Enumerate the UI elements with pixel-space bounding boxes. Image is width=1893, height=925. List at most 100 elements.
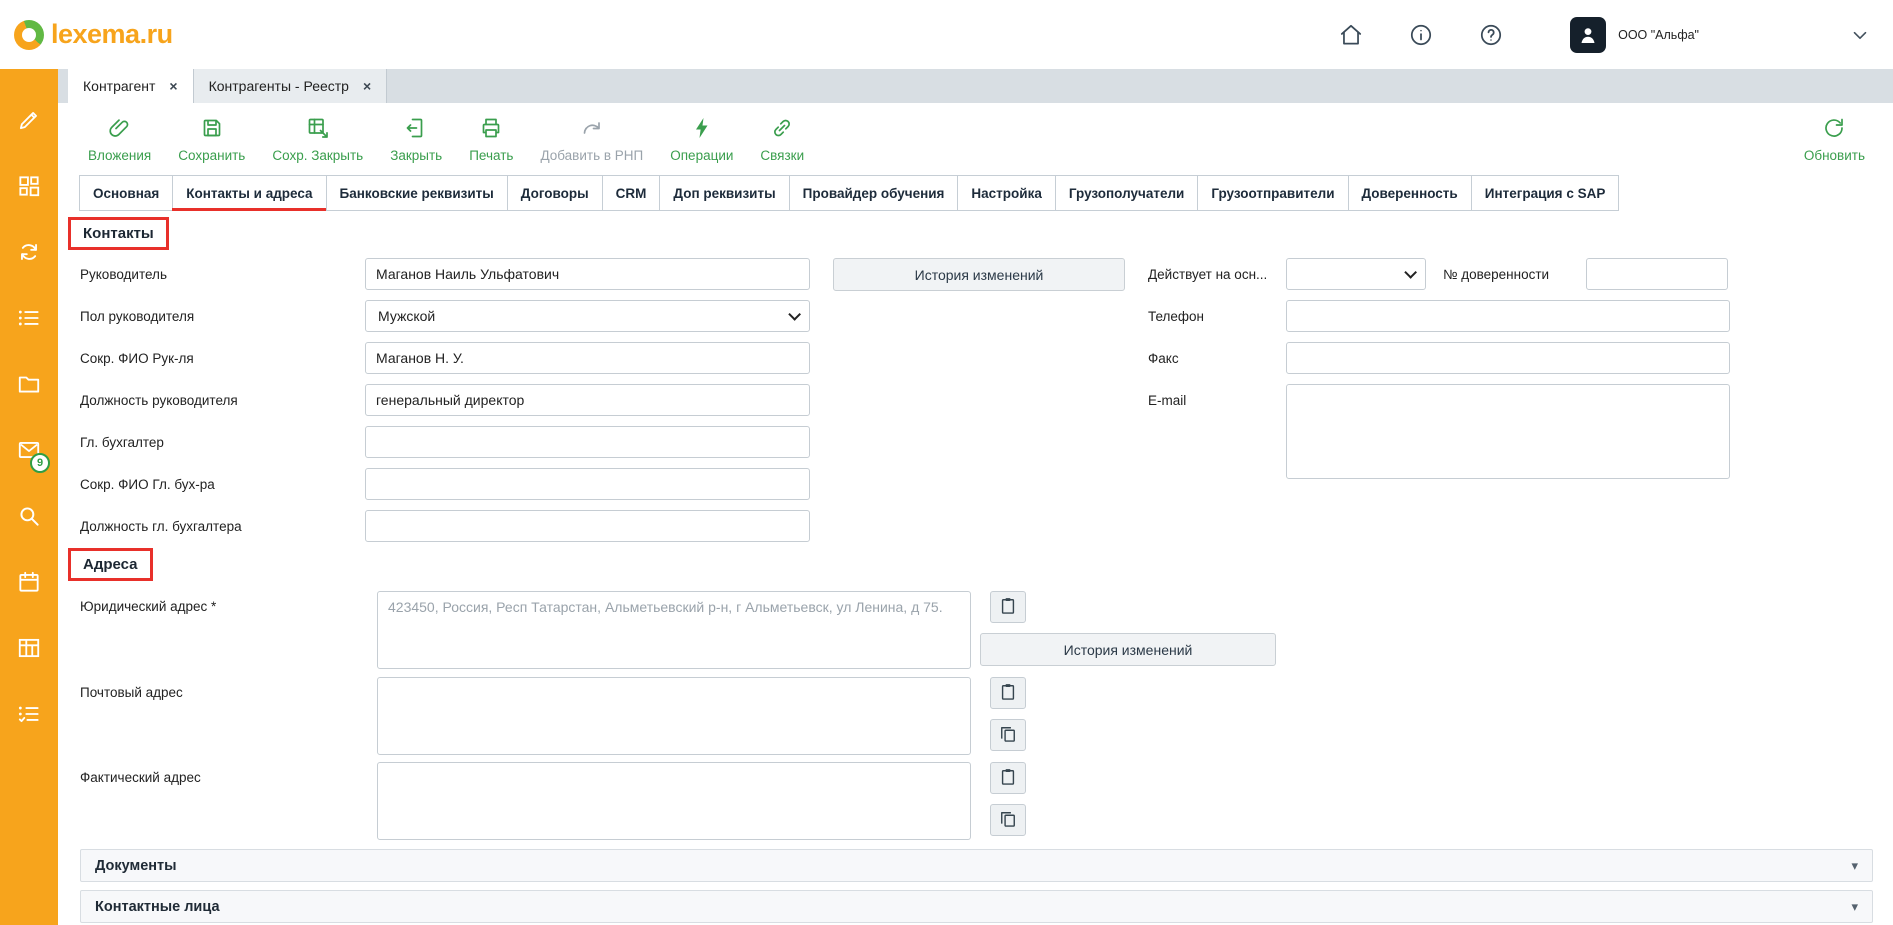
folder-icon[interactable] xyxy=(16,371,42,397)
operations-button[interactable]: Операции xyxy=(670,116,733,163)
legal-address-paste-button[interactable] xyxy=(990,591,1026,623)
save-close-icon xyxy=(306,116,330,143)
mail-badge: 9 xyxy=(30,453,50,473)
accountant-short-name-label: Сокр. ФИО Гл. бух-ра xyxy=(80,477,365,492)
actual-address-paste-button[interactable] xyxy=(990,762,1026,794)
company-name: ООО "Альфа" xyxy=(1618,28,1699,42)
actual-address-copy-button[interactable] xyxy=(990,804,1026,836)
contacts-section-title: Контакты xyxy=(68,217,169,250)
window-tab-kontragent[interactable]: Контрагент × xyxy=(68,69,194,103)
avatar[interactable] xyxy=(1570,17,1606,53)
logo[interactable]: lexema.ru xyxy=(14,19,173,50)
info-icon[interactable] xyxy=(1408,22,1434,48)
tab-gruzopoluchateli[interactable]: Грузополучатели xyxy=(1055,175,1198,211)
mail-icon[interactable]: 9 xyxy=(16,437,42,463)
save-button[interactable]: Сохранить xyxy=(178,116,245,163)
chevron-down-icon: ▾ xyxy=(1851,899,1858,915)
contact-persons-section-label: Контактные лица xyxy=(95,899,220,915)
tab-nastroyka[interactable]: Настройка xyxy=(957,175,1055,211)
paperclip-icon xyxy=(108,116,132,143)
fax-input[interactable] xyxy=(1286,342,1730,374)
addresses-history-button[interactable]: История изменений xyxy=(980,633,1276,666)
phone-input[interactable] xyxy=(1286,300,1730,332)
postal-address-input[interactable] xyxy=(377,677,971,755)
save-icon xyxy=(200,116,224,143)
copy-icon xyxy=(998,809,1018,832)
fax-label: Факс xyxy=(1148,351,1179,366)
gender-select[interactable]: Мужской xyxy=(365,300,810,332)
copy-icon xyxy=(998,724,1018,747)
postal-address-copy-button[interactable] xyxy=(990,719,1026,751)
attorney-number-input[interactable] xyxy=(1586,258,1728,290)
documents-section-label: Документы xyxy=(95,858,177,874)
chevron-down-icon: ▾ xyxy=(1851,858,1858,874)
chief-accountant-label: Гл. бухгалтер xyxy=(80,435,365,450)
leader-position-input[interactable] xyxy=(365,384,810,416)
refresh-button[interactable]: Обновить xyxy=(1804,116,1865,163)
accountant-position-label: Должность гл. бухгалтера xyxy=(80,519,365,534)
postal-address-label: Почтовый адрес xyxy=(80,685,183,700)
form-tab-bar: Основная Контакты и адреса Банковские ре… xyxy=(58,175,1893,211)
tab-dop-rekvizity[interactable]: Доп реквизиты xyxy=(659,175,789,211)
contacts-history-button[interactable]: История изменений xyxy=(833,258,1125,291)
email-label: E-mail xyxy=(1148,393,1186,408)
leader-input[interactable] xyxy=(365,258,810,290)
help-icon[interactable] xyxy=(1478,22,1504,48)
lightning-icon xyxy=(690,116,714,143)
email-input[interactable] xyxy=(1286,384,1730,479)
addresses-section-title: Адреса xyxy=(68,548,153,581)
actual-address-input[interactable] xyxy=(377,762,971,840)
tab-gruzootpraviteli[interactable]: Грузоотправители xyxy=(1197,175,1348,211)
documents-section-header[interactable]: Документы ▾ xyxy=(80,849,1873,882)
accountant-short-name-input[interactable] xyxy=(365,468,810,500)
legal-address-input[interactable]: 423450, Россия, Респ Татарстан, Альметье… xyxy=(377,591,971,669)
leader-short-name-input[interactable] xyxy=(365,342,810,374)
print-icon xyxy=(479,116,503,143)
acts-on-select[interactable] xyxy=(1286,258,1426,290)
tab-doverennost[interactable]: Доверенность xyxy=(1348,175,1472,211)
edit-icon[interactable] xyxy=(16,107,42,133)
contact-persons-section-header[interactable]: Контактные лица ▾ xyxy=(80,890,1873,923)
chevron-down-icon[interactable] xyxy=(1849,24,1871,46)
postal-address-paste-button[interactable] xyxy=(990,677,1026,709)
attorney-number-label: № доверенности xyxy=(1443,267,1549,282)
search-icon[interactable] xyxy=(16,503,42,529)
print-button[interactable]: Печать xyxy=(469,116,513,163)
main-area: Контрагент × Контрагенты - Реестр × Влож… xyxy=(58,69,1893,925)
logo-text: lexema.ru xyxy=(51,19,173,50)
tab-dogovory[interactable]: Договоры xyxy=(507,175,603,211)
toolbar-label: Закрыть xyxy=(390,148,442,163)
add-to-rnp-button[interactable]: Добавить в РНП xyxy=(540,116,643,163)
tab-osnovnaya[interactable]: Основная xyxy=(79,175,173,211)
chief-accountant-input[interactable] xyxy=(365,426,810,458)
sync-icon[interactable] xyxy=(16,239,42,265)
sidebar: 9 xyxy=(0,69,58,925)
tab-bankovskie-rekvizity[interactable]: Банковские реквизиты xyxy=(326,175,508,211)
calendar-icon[interactable] xyxy=(16,569,42,595)
toolbar-label: Обновить xyxy=(1804,148,1865,163)
window-tab-reestr[interactable]: Контрагенты - Реестр × xyxy=(194,69,388,103)
tab-kontakty-i-adresa[interactable]: Контакты и адреса xyxy=(172,175,326,211)
actual-address-label: Фактический адрес xyxy=(80,770,201,785)
toolbar-label: Печать xyxy=(469,148,513,163)
save-close-button[interactable]: Сохр. Закрыть xyxy=(272,116,363,163)
links-button[interactable]: Связки xyxy=(760,116,804,163)
close-button[interactable]: Закрыть xyxy=(390,116,442,163)
attachments-button[interactable]: Вложения xyxy=(88,116,151,163)
modules-grid-icon[interactable] xyxy=(16,173,42,199)
window-tab-bar: Контрагент × Контрагенты - Реестр × xyxy=(58,69,1893,103)
close-tab-icon[interactable]: × xyxy=(169,78,177,94)
toolbar-label: Сохр. Закрыть xyxy=(272,148,363,163)
tab-crm[interactable]: CRM xyxy=(602,175,661,211)
table-icon[interactable] xyxy=(16,635,42,661)
home-icon[interactable] xyxy=(1338,22,1364,48)
lexema-logo-icon xyxy=(14,20,44,50)
list-icon[interactable] xyxy=(16,305,42,331)
close-tab-icon[interactable]: × xyxy=(363,78,371,94)
tab-integraciya-sap[interactable]: Интеграция с SAP xyxy=(1471,175,1620,211)
accountant-position-input[interactable] xyxy=(365,510,810,542)
topbar-right: ООО "Альфа" xyxy=(1294,17,1871,53)
tab-provayder-obucheniya[interactable]: Провайдер обучения xyxy=(789,175,959,211)
tasks-icon[interactable] xyxy=(16,701,42,727)
app-body: 9 Контрагент × Контрагенты - Реестр × xyxy=(0,69,1893,925)
